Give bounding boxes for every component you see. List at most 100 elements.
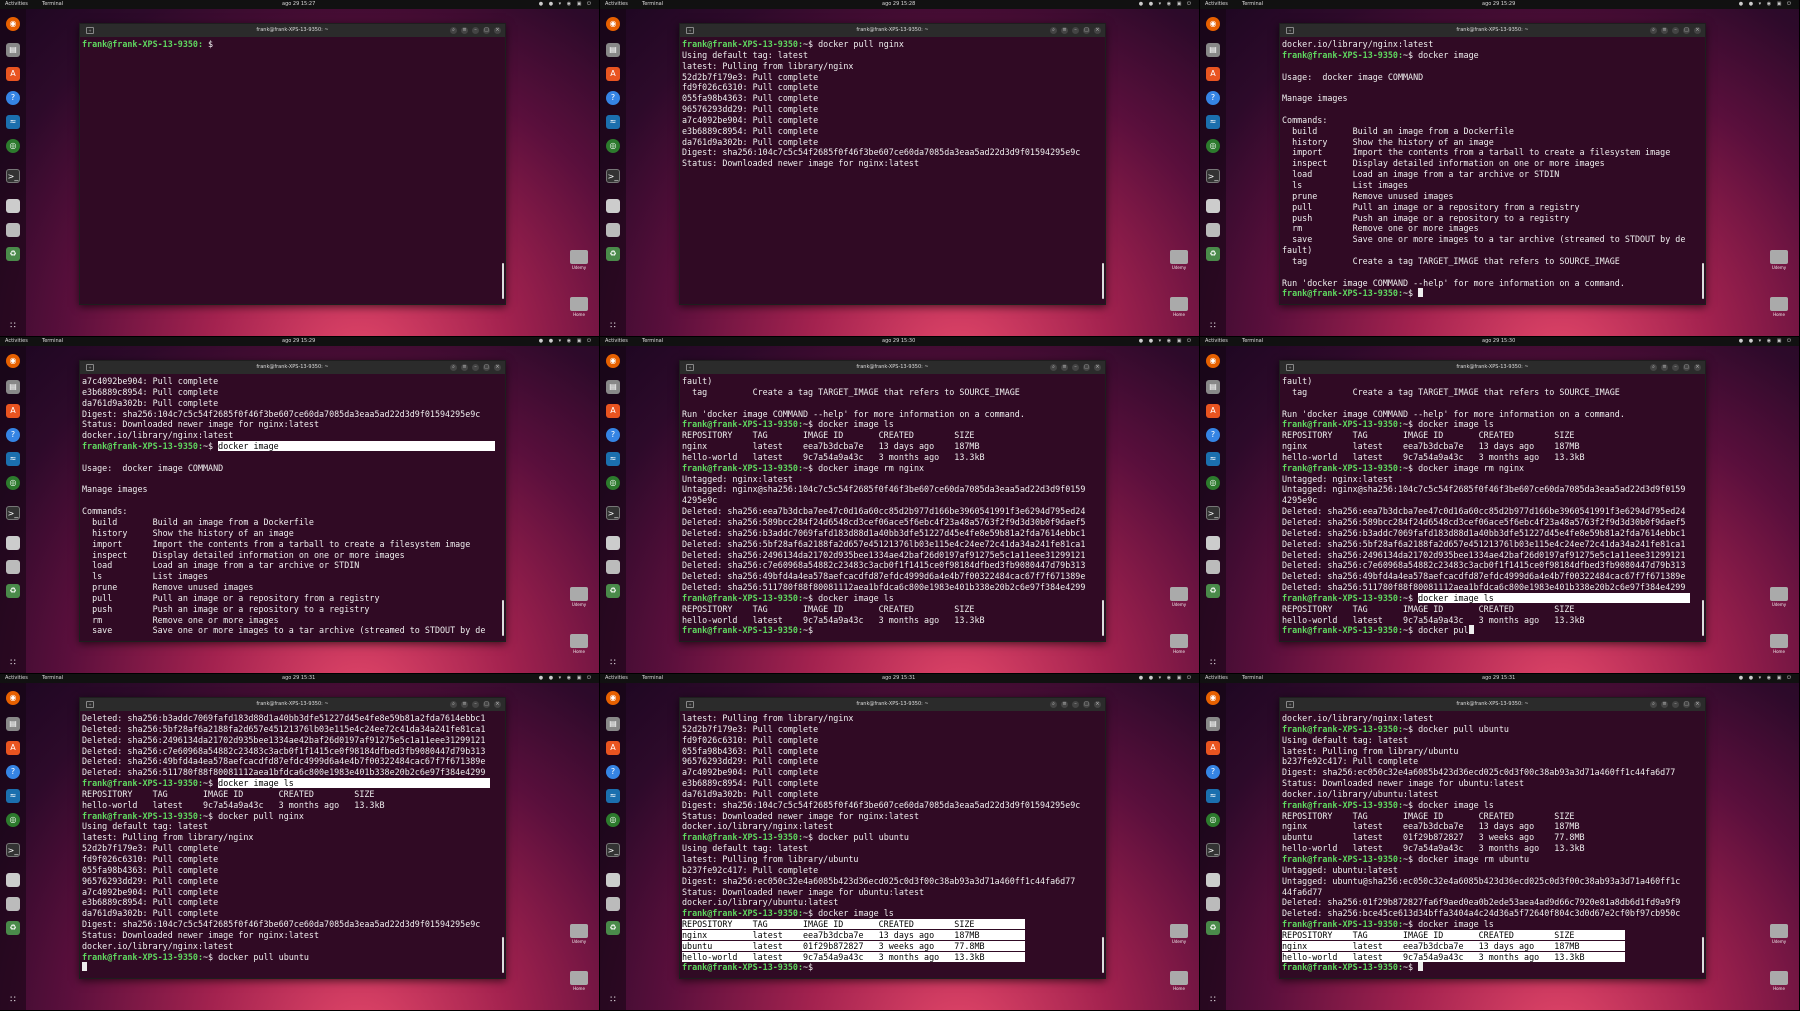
terminal-output[interactable]: Deleted: sha256:b3addc7069fafd183d88d1a4… [80,711,505,979]
app-menu-terminal[interactable]: Terminal [1242,674,1263,683]
firefox-icon[interactable]: ◉ [606,17,620,31]
clock[interactable]: ago 29 15:31 [882,674,915,683]
help-icon[interactable]: ? [606,428,620,442]
close-icon[interactable]: × [1094,701,1101,708]
terminal-output[interactable]: frank@frank-XPS-13-9350:~$ docker pull n… [680,37,1105,305]
new-tab-icon[interactable]: + [1286,364,1294,371]
selected-text[interactable]: REPOSITORY TAG IMAGE ID CREATED SIZE [1282,929,1625,940]
drive-icon[interactable] [1206,873,1220,887]
activities-button[interactable]: Activities [1205,0,1228,9]
activities-button[interactable]: Activities [5,337,28,346]
drive-icon[interactable] [6,873,20,887]
desktop-icon-udemy[interactable]: Udemy [569,587,589,607]
clock[interactable]: ago 29 15:28 [882,0,915,9]
system-monitor-icon[interactable]: ≈ [6,115,20,129]
software-icon[interactable]: A [6,67,20,81]
desktop-icon-udemy[interactable]: Udemy [1169,924,1189,944]
maximize-icon[interactable]: □ [1683,364,1690,371]
desktop-icon-udemy[interactable]: Udemy [1169,250,1189,270]
menu-icon[interactable]: ≡ [1061,364,1068,371]
files-icon[interactable]: ▤ [6,380,20,394]
help-icon[interactable]: ? [1206,765,1220,779]
menu-icon[interactable]: ≡ [1661,364,1668,371]
maximize-icon[interactable]: □ [1683,27,1690,34]
clock[interactable]: ago 29 15:29 [282,337,315,346]
software-icon[interactable]: A [606,67,620,81]
terminal-window[interactable]: + frank@frank-XPS-13-9350: ~ ⌕ ≡ – □ × a7c4092b… [79,360,506,642]
drive-icon[interactable] [606,873,620,887]
terminal-output[interactable]: frank@frank-XPS-13-9350: $ [80,37,505,305]
search-icon[interactable]: ⌕ [1650,27,1657,34]
new-tab-icon[interactable]: + [1286,701,1294,708]
drive-icon[interactable] [1206,536,1220,550]
scrollbar[interactable] [502,263,504,299]
terminal-output[interactable]: docker.io/library/nginx:latest frank@fran… [1280,711,1705,979]
terminal-icon[interactable]: >_ [6,506,20,520]
app-menu-terminal[interactable]: Terminal [42,674,63,683]
help-icon[interactable]: ? [606,91,620,105]
menu-icon[interactable]: ≡ [1661,27,1668,34]
files-icon[interactable]: ▤ [606,380,620,394]
desktop-icon-udemy[interactable]: Udemy [1769,250,1789,270]
selected-text[interactable]: docker image ls [1418,592,1691,603]
selected-text[interactable]: hello-world latest 9c7a54a9a43c 3 months… [1282,951,1625,962]
selected-text[interactable]: docker image ls [218,778,491,789]
close-icon[interactable]: × [494,701,501,708]
trash-icon[interactable]: ♻ [606,584,620,598]
firefox-icon[interactable]: ◉ [1206,691,1220,705]
show-apps-icon[interactable]: ∷ [608,321,618,331]
trash-icon[interactable]: ♻ [6,584,20,598]
trash-icon[interactable]: ♻ [1206,921,1220,935]
system-monitor-icon[interactable]: ≈ [606,452,620,466]
minimize-icon[interactable]: – [1072,27,1079,34]
close-icon[interactable]: × [494,27,501,34]
clock[interactable]: ago 29 15:29 [1482,0,1515,9]
clock[interactable]: ago 29 15:27 [282,0,315,9]
browser-icon[interactable]: ◎ [1206,476,1220,490]
activities-button[interactable]: Activities [1205,674,1228,683]
selected-text[interactable]: nginx latest eea7b3dcba7e 13 days ago 18… [682,929,1025,940]
terminal-output[interactable]: fault) tag Create a tag TARGET_IMAGE tha… [680,374,1105,642]
show-apps-icon[interactable]: ∷ [8,995,18,1005]
terminal-titlebar[interactable]: + frank@frank-XPS-13-9350: ~ ⌕ ≡ – □ × [680,361,1105,374]
scrollbar[interactable] [1102,263,1104,299]
desktop-icon-udemy[interactable]: Udemy [569,924,589,944]
activities-button[interactable]: Activities [605,0,628,9]
maximize-icon[interactable]: □ [1083,701,1090,708]
clock[interactable]: ago 29 15:31 [282,674,315,683]
app-menu-terminal[interactable]: Terminal [1242,0,1263,9]
minimize-icon[interactable]: – [1672,364,1679,371]
help-icon[interactable]: ? [606,765,620,779]
terminal-titlebar[interactable]: + frank@frank-XPS-13-9350: ~ ⌕ ≡ – □ × [80,24,505,37]
files-icon[interactable]: ▤ [6,717,20,731]
software-icon[interactable]: A [6,404,20,418]
maximize-icon[interactable]: □ [1083,27,1090,34]
menu-icon[interactable]: ≡ [461,364,468,371]
system-monitor-icon[interactable]: ≈ [606,789,620,803]
firefox-icon[interactable]: ◉ [1206,17,1220,31]
terminal-icon[interactable]: >_ [606,169,620,183]
drive-icon[interactable] [606,199,620,213]
desktop-icon-udemy[interactable]: Udemy [1769,587,1789,607]
system-tray-icons[interactable]: ● ● ▾ ◉ ▣ ⏻ [1739,337,1793,346]
drive-icon[interactable] [606,536,620,550]
activities-button[interactable]: Activities [5,674,28,683]
terminal-icon[interactable]: >_ [606,506,620,520]
terminal-icon[interactable]: >_ [1206,843,1220,857]
software-icon[interactable]: A [1206,67,1220,81]
activities-button[interactable]: Activities [1205,337,1228,346]
show-apps-icon[interactable]: ∷ [1208,995,1218,1005]
system-tray-icons[interactable]: ● ● ▾ ◉ ▣ ⏻ [1139,674,1193,683]
system-monitor-icon[interactable]: ≈ [1206,789,1220,803]
browser-icon[interactable]: ◎ [6,139,20,153]
system-monitor-icon[interactable]: ≈ [6,452,20,466]
terminal-window[interactable]: + frank@frank-XPS-13-9350: ~ ⌕ ≡ – □ × latest: … [679,697,1106,979]
browser-icon[interactable]: ◎ [606,139,620,153]
drive-icon[interactable] [606,223,620,237]
maximize-icon[interactable]: □ [1083,364,1090,371]
drive-icon[interactable] [6,560,20,574]
activities-button[interactable]: Activities [605,674,628,683]
terminal-output[interactable]: fault) tag Create a tag TARGET_IMAGE tha… [1280,374,1705,642]
search-icon[interactable]: ⌕ [450,364,457,371]
system-monitor-icon[interactable]: ≈ [606,115,620,129]
